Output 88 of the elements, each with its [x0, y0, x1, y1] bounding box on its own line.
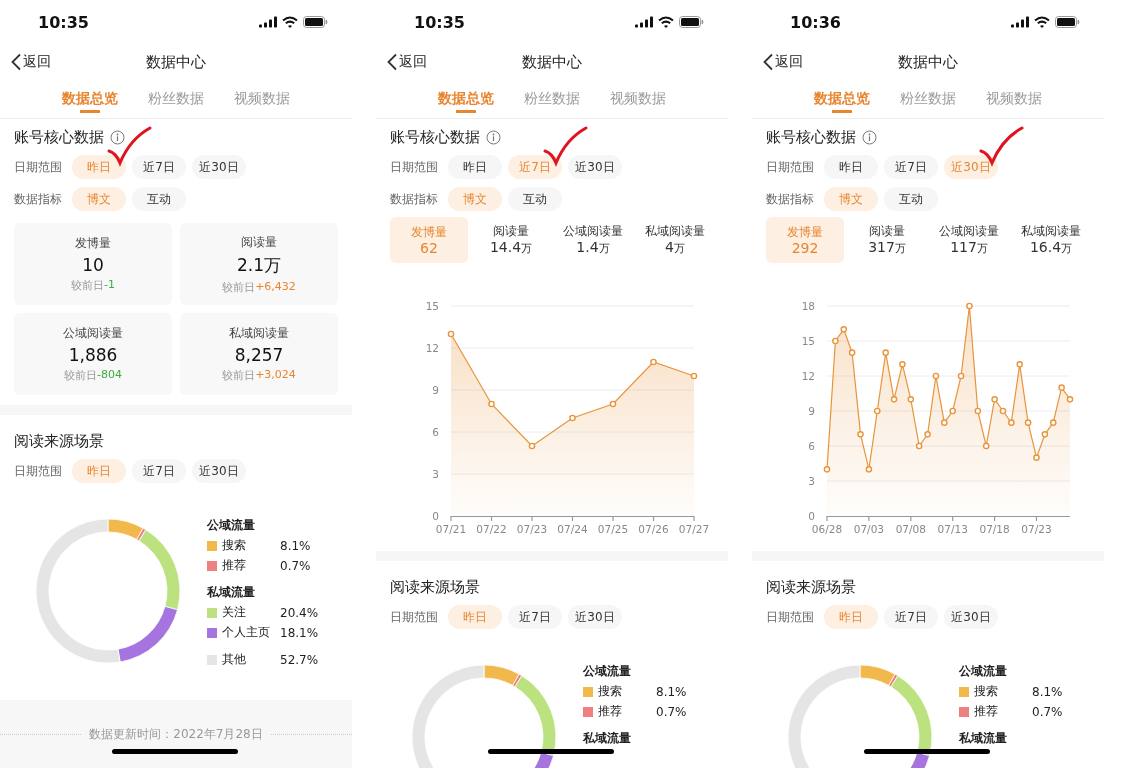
legend-heading: 私域流量 — [959, 730, 1008, 747]
metric-value: 1,886 — [68, 345, 118, 365]
legend-heading: 公域流量 — [959, 663, 1008, 680]
filter-label: 日期范围 — [390, 608, 439, 626]
axis-label: 6 — [808, 440, 815, 452]
axis-label: 3 — [432, 468, 439, 480]
legend-label: 推荐 — [222, 557, 247, 574]
axis-label: 12 — [425, 342, 439, 354]
axis-label: 06/28 — [811, 523, 843, 535]
metric-label: 公域阅读量 — [63, 325, 123, 342]
page-title: 数据中心 — [898, 52, 958, 72]
axis-label: 9 — [432, 384, 439, 396]
filter-label: 数据指标 — [390, 190, 439, 208]
delta-value: +3,024 — [255, 368, 296, 383]
legend-value: 18.1% — [280, 625, 319, 640]
legend-value: 8.1% — [280, 538, 311, 553]
compare-label: 较前日 — [222, 368, 256, 383]
axis-label: 0 — [432, 510, 439, 522]
metric-value: 2.1万 — [236, 253, 281, 277]
legend-label: 搜索 — [222, 537, 247, 554]
axis-label: 07/25 — [597, 523, 629, 535]
page-title: 数据中心 — [146, 52, 206, 72]
delta-value: +6,432 — [255, 279, 296, 295]
legend-heading: 公域流量 — [207, 517, 256, 534]
filter-label: 日期范围 — [766, 608, 815, 626]
axis-label: 07/22 — [476, 523, 507, 535]
legend-value: 0.7% — [1032, 704, 1063, 719]
metric-value: 10 — [82, 255, 104, 275]
filter-label: 数据指标 — [14, 190, 63, 208]
legend-label: 搜索 — [598, 683, 623, 700]
filter-label: 日期范围 — [14, 158, 63, 176]
compare-label: 较前日 — [222, 279, 256, 295]
metric-label: 阅读量 — [241, 233, 277, 251]
legend-value: 0.7% — [656, 704, 687, 719]
legend-label: 其他 — [222, 651, 247, 668]
status-time: 10:36 — [790, 12, 841, 32]
status-time: 10:35 — [38, 12, 89, 32]
metric-label: 私域阅读量 — [229, 325, 289, 342]
compare-label: 较前日 — [71, 278, 104, 293]
filter-label: 日期范围 — [14, 462, 63, 480]
axis-label: 07/18 — [979, 523, 1010, 535]
axis-label: 07/26 — [638, 523, 669, 535]
axis-label: 0 — [808, 510, 815, 522]
axis-label: 12 — [801, 370, 815, 382]
axis-label: 07/23 — [516, 523, 548, 535]
section-title: 阅读来源场景 — [390, 577, 480, 597]
legend-value: 8.1% — [1032, 684, 1063, 699]
axis-label: 07/21 — [435, 523, 467, 535]
legend-value: 52.7% — [280, 652, 319, 667]
section-title: 阅读来源场景 — [766, 577, 856, 597]
metric-value: 8,257 — [234, 345, 284, 365]
legend-label: 个人主页 — [222, 624, 271, 641]
axis-label: 9 — [808, 405, 815, 417]
section-title: 阅读来源场景 — [14, 431, 104, 451]
legend-heading: 私域流量 — [583, 730, 632, 747]
section-title: 账号核心数据 — [390, 127, 480, 147]
compare-label: 较前日 — [64, 368, 97, 383]
axis-label: 3 — [808, 475, 815, 487]
axis-label: 15 — [425, 300, 439, 312]
axis-label: 18 — [801, 300, 815, 312]
section-title: 账号核心数据 — [766, 127, 856, 147]
axis-label: 07/23 — [1021, 523, 1052, 535]
legend-label: 推荐 — [974, 703, 999, 720]
legend-label: 推荐 — [598, 703, 623, 720]
filter-label: 数据指标 — [766, 190, 815, 208]
filter-label: 日期范围 — [390, 158, 439, 176]
legend-value: 0.7% — [280, 558, 311, 573]
axis-label: 6 — [432, 426, 439, 438]
legend-heading: 公域流量 — [583, 663, 632, 680]
filter-label: 日期范围 — [766, 158, 815, 176]
metric-label: 发博量 — [75, 235, 111, 252]
axis-label: 07/27 — [678, 523, 710, 535]
section-title: 账号核心数据 — [14, 127, 104, 147]
legend-heading: 私域流量 — [207, 584, 256, 601]
legend-value: 20.4% — [280, 605, 319, 620]
update-time: 数据更新时间：2022年7月28日 — [89, 725, 263, 743]
axis-label: 07/13 — [937, 523, 968, 535]
legend-label: 搜索 — [974, 683, 999, 700]
delta-value: -804 — [97, 368, 122, 383]
axis-label: 07/03 — [853, 523, 885, 535]
page-title: 数据中心 — [522, 52, 582, 72]
delta-value: -1 — [104, 278, 115, 293]
status-time: 10:35 — [414, 12, 465, 32]
legend-label: 关注 — [222, 604, 247, 621]
axis-label: 07/24 — [557, 523, 588, 535]
legend-value: 8.1% — [656, 684, 687, 699]
axis-label: 07/08 — [895, 523, 926, 535]
axis-label: 15 — [801, 335, 815, 347]
